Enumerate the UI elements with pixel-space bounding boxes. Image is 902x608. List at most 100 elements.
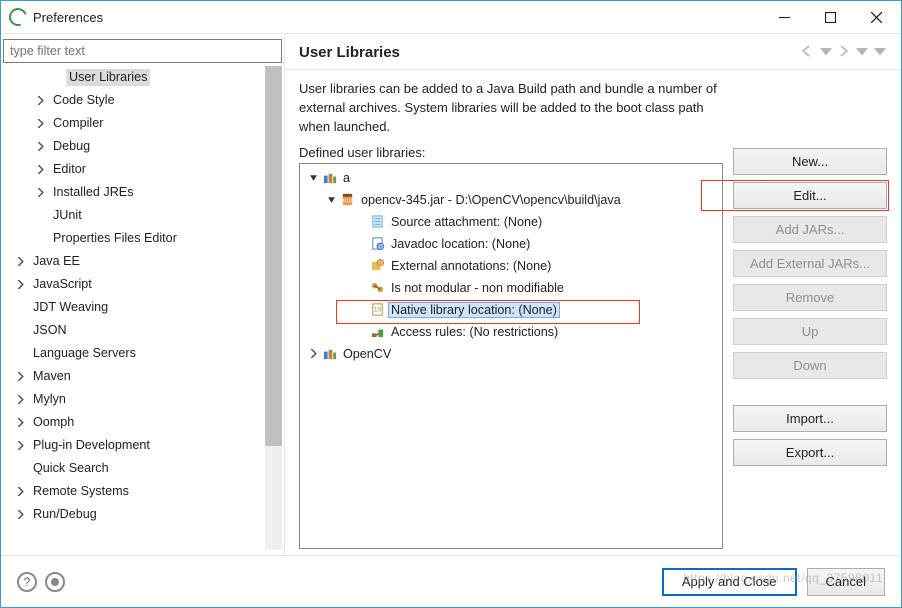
filter-input[interactable] [3,39,282,63]
tree-item[interactable]: Java EE [3,250,265,273]
preferences-tree[interactable]: User Libraries Code Style Compiler Debug Edi… [3,63,282,550]
tree-item[interactable]: Properties Files Editor [3,227,265,250]
tree-item-label: JavaScript [30,276,95,293]
chevron-right-icon[interactable] [33,140,47,154]
tree-item-label: Oomph [30,414,77,431]
tree-item[interactable]: Debug [3,135,265,158]
tree-item-label: Debug [50,138,93,155]
chevron-down-icon[interactable] [324,193,338,207]
minimize-button[interactable] [761,1,807,33]
remove-button: Remove [733,284,887,311]
blank-icon [354,325,368,339]
tree-item[interactable]: JSON [3,319,265,342]
back-icon[interactable] [801,45,815,60]
dropdown-menu-icon[interactable] [873,45,887,60]
tree-item[interactable]: Editor [3,158,265,181]
library-tree-item[interactable]: Source attachment: (None) [302,211,720,233]
tree-item[interactable]: Run/Debug [3,503,265,526]
apply-and-close-button[interactable]: Apply and Close [662,568,797,596]
scrollbar[interactable] [265,66,282,550]
tree-item-label: Plug-in Development [30,437,153,454]
progress-icon[interactable] [45,572,65,592]
scrollbar-thumb[interactable] [265,66,282,446]
library-tree-item[interactable]: OpenCV [302,343,720,365]
acc-icon [369,324,385,340]
chevron-right-icon[interactable] [33,163,47,177]
library-tree-label: Native library location: (None) [388,302,560,318]
chevron-down-icon[interactable] [306,171,320,185]
tree-item-label: Installed JREs [50,184,137,201]
library-tree-item[interactable]: a [302,167,720,189]
library-tree-label: opencv-345.jar - D:\OpenCV\opencv\build\… [358,192,624,208]
tree-item[interactable]: Quick Search [3,457,265,480]
tree-item-label: Run/Debug [30,506,100,523]
tree-item[interactable]: Maven [3,365,265,388]
chevron-right-icon[interactable] [13,485,27,499]
tree-item-label: Editor [50,161,89,178]
tree-item[interactable]: Code Style [3,89,265,112]
library-tree-label: External annotations: (None) [388,258,554,274]
chevron-right-icon[interactable] [33,186,47,200]
back-menu-icon[interactable] [819,45,833,60]
chevron-right-icon[interactable] [13,393,27,407]
library-tree-label: Javadoc location: (None) [388,236,533,252]
blank-icon [354,237,368,251]
chevron-right-icon[interactable] [306,347,320,361]
body: User Libraries Code Style Compiler Debug Edi… [1,33,901,555]
user-libraries-tree[interactable]: a010opencv-345.jar - D:\OpenCV\opencv\bu… [299,163,723,549]
library-tree-item[interactable]: 10 Native library location: (None) [302,299,720,321]
svg-text:@: @ [377,261,383,267]
tree-item[interactable]: Compiler [3,112,265,135]
chevron-right-icon[interactable] [13,255,27,269]
tree-item-label: Java EE [30,253,83,270]
blank-icon [33,209,47,223]
tree-item-label: Language Servers [30,345,139,362]
tree-item[interactable]: Installed JREs [3,181,265,204]
blank-icon [13,301,27,315]
tree-item[interactable]: Mylyn [3,388,265,411]
tree-item[interactable]: JDT Weaving [3,296,265,319]
help-icon[interactable]: ? [17,572,37,592]
library-tree-item[interactable]: 010opencv-345.jar - D:\OpenCV\opencv\bui… [302,189,720,211]
chevron-right-icon[interactable] [33,94,47,108]
cancel-button[interactable]: Cancel [807,568,885,596]
tree-item[interactable]: User Libraries [3,66,265,89]
library-tree-item[interactable]: Is not modular - non modifiable [302,277,720,299]
export-button[interactable]: Export... [733,439,887,466]
jar-icon: 010 [339,192,355,208]
add-external-jars-button: Add External JARs... [733,250,887,277]
tree-item[interactable]: Plug-in Development [3,434,265,457]
chevron-right-icon[interactable] [13,278,27,292]
chevron-right-icon[interactable] [13,439,27,453]
svg-text:@: @ [377,244,383,250]
tree-item[interactable]: Oomph [3,411,265,434]
forward-icon[interactable] [837,45,851,60]
lib-icon [321,170,337,186]
library-tree-item[interactable]: Access rules: (No restrictions) [302,321,720,343]
tree-item[interactable]: JUnit [3,204,265,227]
tree-item-label: Compiler [50,115,106,132]
maximize-button[interactable] [807,1,853,33]
tree-item[interactable]: Language Servers [3,342,265,365]
blank-icon [354,259,368,273]
new-button[interactable]: New... [733,148,887,175]
mod-icon [369,280,385,296]
eclipse-icon [6,5,30,29]
import-button[interactable]: Import... [733,405,887,432]
chevron-right-icon[interactable] [13,370,27,384]
tree-item-label: User Libraries [66,69,150,86]
edit-button[interactable]: Edit... [733,182,887,209]
blank-icon [13,462,27,476]
tree-item[interactable]: JavaScript [3,273,265,296]
blank-icon [354,281,368,295]
tree-item[interactable]: Remote Systems [3,480,265,503]
library-tree-item[interactable]: @ External annotations: (None) [302,255,720,277]
svg-text:10: 10 [373,306,381,313]
tree-item-label: JDT Weaving [30,299,111,316]
library-tree-item[interactable]: @ Javadoc location: (None) [302,233,720,255]
chevron-right-icon[interactable] [33,117,47,131]
forward-menu-icon[interactable] [855,45,869,60]
close-button[interactable] [853,1,899,33]
chevron-right-icon[interactable] [13,416,27,430]
chevron-right-icon[interactable] [13,508,27,522]
